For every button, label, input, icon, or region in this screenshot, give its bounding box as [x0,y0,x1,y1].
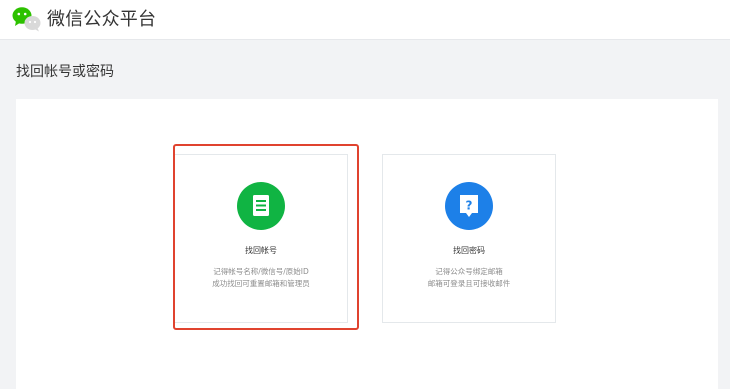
brand-title[interactable]: 微信公众平台 [47,9,156,31]
document-icon [237,182,285,230]
find-account-title: 找回帐号 [245,246,277,255]
find-password-desc-line1: 记得公众号绑定邮箱 [435,267,503,276]
question-icon: ? [445,182,493,230]
main-panel [16,99,718,389]
find-account-desc-line1: 记得帐号名称/微信号/原始ID [213,267,309,276]
wechat-logo-icon[interactable] [12,6,42,32]
find-account-card[interactable]: 找回帐号 记得帐号名称/微信号/原始ID 成功找回可重置邮箱和管理员 [174,154,348,323]
find-password-card[interactable]: ? 找回密码 记得公众号绑定邮箱 邮箱可登录且可接收邮件 [382,154,556,323]
find-password-title: 找回密码 [453,246,485,255]
find-account-desc-line2: 成功找回可重置邮箱和管理员 [212,279,310,288]
page-title: 找回帐号或密码 [16,64,114,80]
find-password-desc-line2: 邮箱可登录且可接收邮件 [427,279,511,288]
top-header: 微信公众平台 [0,0,730,40]
svg-text:?: ? [466,199,473,213]
